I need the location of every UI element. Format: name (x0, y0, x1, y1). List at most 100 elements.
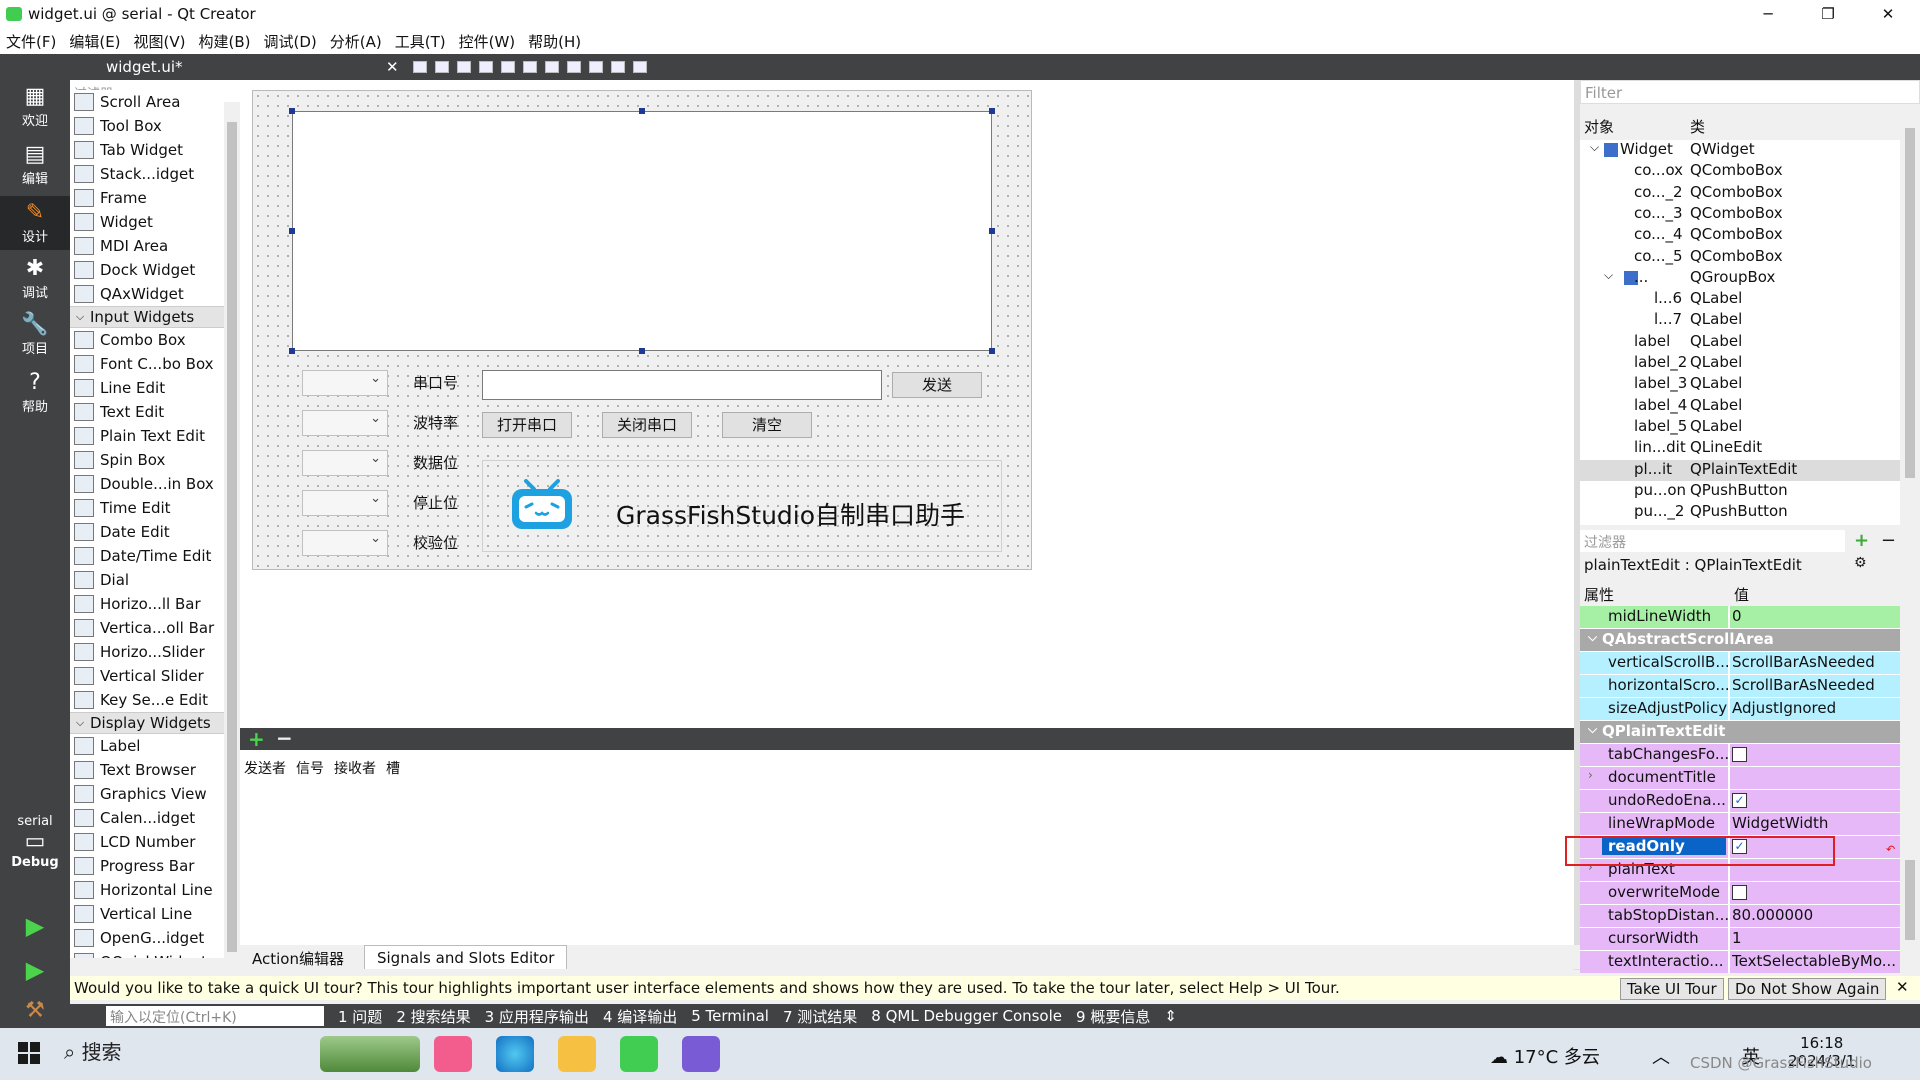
maximize-button[interactable]: ❐ (1800, 0, 1856, 28)
widget-box-item[interactable]: QQuickWidget (70, 950, 226, 958)
widget-box-item[interactable]: Vertical Line (70, 902, 226, 926)
remove-connection-icon[interactable]: − (276, 728, 293, 748)
property-value[interactable]: ScrollBarAsNeeded (1732, 652, 1875, 671)
property-category[interactable]: ⌵ QAbstractScrollArea (1580, 629, 1900, 652)
widget-box-item[interactable]: Key Se...e Edit (70, 688, 226, 712)
widget-box-item[interactable]: Line Edit (70, 376, 226, 400)
property-row[interactable]: undoRedoEna... ✓ (1580, 790, 1900, 813)
widget-box-item[interactable]: Vertical Slider (70, 664, 226, 688)
dont-show-again-button[interactable]: Do Not Show Again (1728, 978, 1887, 1000)
menu-view[interactable]: 视图(V) (134, 31, 186, 52)
object-tree-row[interactable]: co..._3 QComboBox (1580, 204, 1900, 225)
windows-start-icon[interactable] (18, 1042, 40, 1064)
property-checkbox[interactable]: ✓ (1732, 790, 1747, 809)
close-document-icon[interactable]: ✕ (386, 58, 399, 76)
parity-combo-box[interactable] (302, 530, 388, 556)
property-row[interactable]: verticalScrollB... ScrollBarAsNeeded (1580, 652, 1900, 675)
layout-splitter-h-icon[interactable] (544, 61, 559, 73)
layout-form-icon[interactable] (610, 61, 625, 73)
resize-handle[interactable] (289, 348, 295, 354)
widget-box-item[interactable]: Vertica...oll Bar (70, 616, 226, 640)
close-port-button[interactable]: 关闭串口 (602, 412, 692, 438)
tray-chevron-icon[interactable]: ︿ (1652, 1043, 1670, 1069)
edit-tab-order-icon[interactable] (478, 61, 493, 73)
resize-handle[interactable] (639, 108, 645, 114)
close-infobar-icon[interactable]: ✕ (1896, 978, 1909, 996)
object-tree-row[interactable]: lin...dit QLineEdit (1580, 438, 1900, 459)
resize-handle[interactable] (289, 108, 295, 114)
widget-box-item[interactable]: Dock Widget (70, 258, 226, 282)
menu-widgets[interactable]: 控件(W) (459, 31, 516, 52)
widget-box-item[interactable]: Frame (70, 186, 226, 210)
clear-button[interactable]: 清空 (722, 412, 812, 438)
property-row[interactable]: sizeAdjustPolicy AdjustIgnored (1580, 698, 1900, 721)
weather-widget[interactable]: ☁ 17°C 多云 (1490, 1043, 1600, 1069)
taskbar-landscape-widget[interactable] (320, 1036, 420, 1072)
resize-handle[interactable] (289, 228, 295, 234)
output-tab-search[interactable]: 2 搜索结果 (396, 1006, 470, 1027)
menu-file[interactable]: 文件(F) (6, 31, 56, 52)
resize-handle[interactable] (989, 108, 995, 114)
widget-box-item[interactable]: Text Edit (70, 400, 226, 424)
object-tree-row[interactable]: ⌵... QGroupBox (1580, 268, 1900, 289)
object-tree-row[interactable]: label_3 QLabel (1580, 374, 1900, 395)
send-line-edit[interactable] (482, 370, 882, 400)
property-scrollbar[interactable] (1902, 580, 1918, 972)
minimize-button[interactable]: ─ (1740, 0, 1796, 28)
col-class[interactable]: 类 (1690, 116, 1705, 137)
property-row[interactable]: overwriteMode (1580, 882, 1900, 905)
run-icon[interactable]: ▶ (0, 912, 70, 940)
widget-box-item[interactable]: MDI Area (70, 234, 226, 258)
plain-text-edit[interactable] (292, 111, 992, 351)
object-tree-row[interactable]: pu...on QPushButton (1580, 481, 1900, 502)
object-tree-row[interactable]: label_5 QLabel (1580, 417, 1900, 438)
output-tab-compile[interactable]: 4 编译输出 (603, 1006, 677, 1027)
mode-debug[interactable]: ✱ 调试 (0, 256, 70, 301)
widget-box-item[interactable]: Widget (70, 210, 226, 234)
remove-property-icon[interactable]: − (1881, 530, 1896, 551)
reset-property-icon[interactable]: ↶ (1886, 843, 1895, 856)
widget-box-item[interactable]: Dial (70, 568, 226, 592)
output-tab-general[interactable]: 9 概要信息 (1076, 1006, 1150, 1027)
property-row[interactable]: tabChangesFo... (1580, 744, 1900, 767)
edit-widgets-icon[interactable] (412, 61, 427, 73)
edit-signals-icon[interactable] (434, 61, 449, 73)
col-property[interactable]: 属性 (1584, 584, 1614, 605)
col-object[interactable]: 对象 (1584, 116, 1614, 137)
menu-edit[interactable]: 编辑(E) (69, 31, 120, 52)
object-tree-row[interactable]: pl...it QPlainTextEdit (1580, 459, 1900, 481)
menu-tools[interactable]: 工具(T) (395, 31, 446, 52)
col-slot[interactable]: 槽 (386, 758, 400, 778)
col-value[interactable]: 值 (1734, 584, 1749, 605)
property-value[interactable]: TextSelectableByMo... (1732, 951, 1896, 970)
kit-selector[interactable]: serial ▭ Debug (0, 814, 70, 870)
qt-creator-taskbar-icon[interactable] (620, 1036, 658, 1072)
property-category[interactable]: ⌵ QPlainTextEdit (1580, 721, 1900, 744)
open-port-button[interactable]: 打开串口 (482, 412, 572, 438)
baud-combo-box[interactable] (302, 410, 388, 436)
property-filter-input[interactable]: 过滤器 (1580, 530, 1845, 552)
col-sender[interactable]: 发送者 (244, 758, 286, 778)
property-value[interactable]: ScrollBarAsNeeded (1732, 675, 1875, 694)
output-tab-terminal[interactable]: 5 Terminal (691, 1007, 769, 1025)
file-explorer-icon[interactable] (558, 1036, 596, 1072)
widget-box-item[interactable]: Date Edit (70, 520, 226, 544)
property-value[interactable]: 0 (1732, 606, 1742, 625)
widget-box-item[interactable]: OpenG...idget (70, 926, 226, 950)
menu-debug[interactable]: 调试(D) (264, 31, 317, 52)
chevron-down-icon[interactable]: ⌵ (1604, 268, 1613, 283)
col-receiver[interactable]: 接收者 (334, 758, 376, 778)
property-row[interactable]: textInteractio... TextSelectableByMo... (1580, 951, 1900, 973)
widget-box-item[interactable]: Calen...idget (70, 806, 226, 830)
widget-box-item[interactable]: Combo Box (70, 328, 226, 352)
layout-splitter-v-icon[interactable] (566, 61, 581, 73)
property-checkbox[interactable] (1732, 882, 1747, 901)
chevron-down-icon[interactable]: ⌵ (1590, 140, 1599, 155)
stopbits-combo-box[interactable] (302, 490, 388, 516)
object-tree-row[interactable]: pu..._2 QPushButton (1580, 502, 1900, 523)
resize-handle[interactable] (989, 228, 995, 234)
widget-category[interactable]: ⌵ Display Widgets (70, 712, 226, 734)
object-filter-input[interactable]: Filter (1580, 80, 1920, 104)
adjust-size-icon[interactable] (632, 61, 647, 73)
object-tree-row[interactable]: co...ox QComboBox (1580, 161, 1900, 182)
